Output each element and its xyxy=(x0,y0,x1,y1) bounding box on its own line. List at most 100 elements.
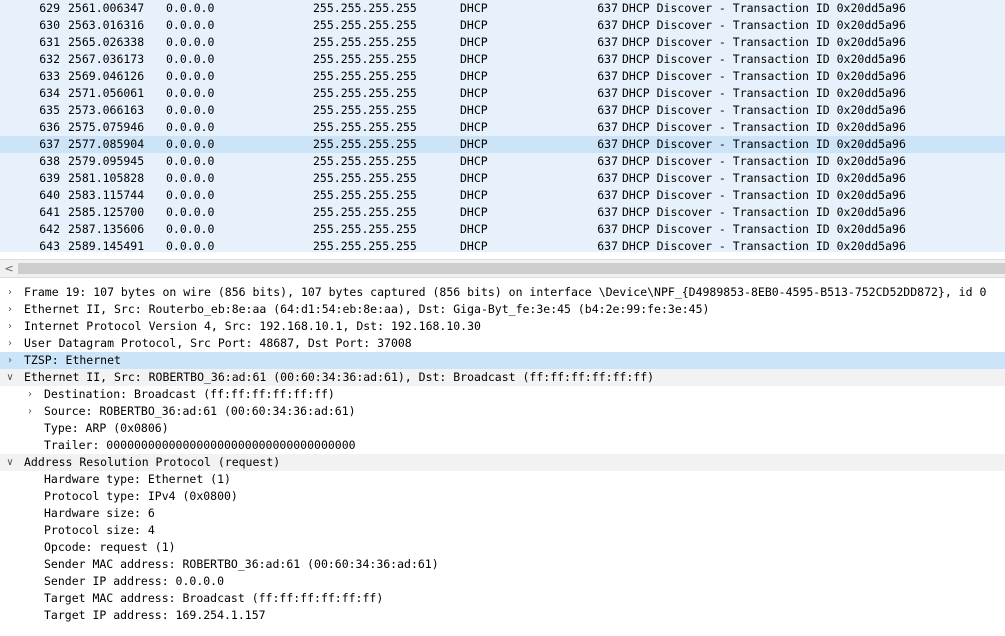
detail-tree-item[interactable]: Opcode: request (1) xyxy=(0,539,1005,556)
packet-number: 637 xyxy=(39,137,60,151)
packet-time: 2565.026338 xyxy=(68,35,145,49)
detail-tree-item-label: Source: ROBERTBO_36:ad:61 (00:60:34:36:a… xyxy=(44,404,356,418)
packet-row[interactable]: 635 2573.066163 0.0.0.0 255.255.255.255 DHCP… xyxy=(0,102,1005,119)
packet-row[interactable]: 638 2579.095945 0.0.0.0 255.255.255.255 DHCP… xyxy=(0,153,1005,170)
chevron-right-icon[interactable]: › xyxy=(4,318,16,335)
packet-row[interactable]: 643 2589.145491 0.0.0.0 255.255.255.255 DHCP… xyxy=(0,238,1005,252)
detail-tree-item-label: Ethernet II, Src: ROBERTBO_36:ad:61 (00:… xyxy=(24,370,655,384)
detail-tree-item[interactable]: › User Datagram Protocol, Src Port: 48687… xyxy=(0,335,1005,352)
detail-tree-item-label: Internet Protocol Version 4, Src: 192.16… xyxy=(24,319,481,333)
packet-destination: 255.255.255.255 xyxy=(313,171,417,185)
packet-info: DHCP Discover - Transaction ID 0x20dd5a9… xyxy=(622,137,906,151)
packet-protocol: DHCP xyxy=(460,1,488,15)
detail-tree-item[interactable]: Target MAC address: Broadcast (ff:ff:ff:… xyxy=(0,590,1005,607)
detail-tree-item[interactable]: Protocol type: IPv4 (0x0800) xyxy=(0,488,1005,505)
detail-tree-item[interactable]: Sender MAC address: ROBERTBO_36:ad:61 (0… xyxy=(0,556,1005,573)
chevron-down-icon[interactable]: ∨ xyxy=(4,369,16,386)
detail-tree-item[interactable]: Target IP address: 169.254.1.157 xyxy=(0,607,1005,624)
packet-row[interactable]: 629 2561.006347 0.0.0.0 255.255.255.255 DHCP… xyxy=(0,0,1005,17)
packet-list[interactable]: 629 2561.006347 0.0.0.0 255.255.255.255 DHCP… xyxy=(0,0,1005,252)
chevron-right-icon[interactable]: › xyxy=(4,335,16,352)
packet-row[interactable]: 639 2581.105828 0.0.0.0 255.255.255.255 DHCP… xyxy=(0,170,1005,187)
packet-row[interactable]: 642 2587.135606 0.0.0.0 255.255.255.255 DHCP… xyxy=(0,221,1005,238)
chevron-down-icon[interactable]: ∨ xyxy=(4,454,16,471)
packet-source: 0.0.0.0 xyxy=(166,239,215,252)
packet-source: 0.0.0.0 xyxy=(166,120,215,134)
detail-tree-item[interactable]: › Source: ROBERTBO_36:ad:61 (00:60:34:36:… xyxy=(0,403,1005,420)
packet-protocol: DHCP xyxy=(460,120,488,134)
packet-row[interactable]: 637 2577.085904 0.0.0.0 255.255.255.255 DHCP… xyxy=(0,136,1005,153)
packet-destination: 255.255.255.255 xyxy=(313,188,417,202)
scroll-track[interactable] xyxy=(18,263,1005,274)
packet-row[interactable]: 632 2567.036173 0.0.0.0 255.255.255.255 DHCP… xyxy=(0,51,1005,68)
detail-tree-item[interactable]: Trailer: 0000000000000000000000000000000… xyxy=(0,437,1005,454)
detail-tree-item-label: Hardware type: Ethernet (1) xyxy=(44,472,231,486)
packet-protocol: DHCP xyxy=(460,52,488,66)
packet-time: 2561.006347 xyxy=(68,1,145,15)
packet-details-tree[interactable]: › Frame 19: 107 bytes on wire (856 bits),… xyxy=(0,284,1005,636)
packet-protocol: DHCP xyxy=(460,205,488,219)
packet-length: 637 xyxy=(597,171,618,185)
detail-tree-item-label: Opcode: request (1) xyxy=(44,540,176,554)
packet-row[interactable]: 633 2569.046126 0.0.0.0 255.255.255.255 DHCP… xyxy=(0,68,1005,85)
chevron-right-icon[interactable]: › xyxy=(24,403,36,420)
packet-row[interactable]: 630 2563.016316 0.0.0.0 255.255.255.255 DHCP… xyxy=(0,17,1005,34)
detail-tree-item[interactable]: › Frame 19: 107 bytes on wire (856 bits),… xyxy=(0,284,1005,301)
packet-info: DHCP Discover - Transaction ID 0x20dd5a9… xyxy=(622,171,906,185)
packet-destination: 255.255.255.255 xyxy=(313,52,417,66)
packet-number: 635 xyxy=(39,103,60,117)
detail-tree-item[interactable]: Type: ARP (0x0806) xyxy=(0,420,1005,437)
detail-tree-item[interactable]: ∨ Address Resolution Protocol (request) xyxy=(0,454,1005,471)
packet-source: 0.0.0.0 xyxy=(166,103,215,117)
detail-tree-item[interactable]: › Ethernet II, Src: Routerbo_eb:8e:aa (64… xyxy=(0,301,1005,318)
chevron-left-icon[interactable]: < xyxy=(1,260,17,277)
detail-tree-item-label: Destination: Broadcast (ff:ff:ff:ff:ff:f… xyxy=(44,387,335,401)
packet-time: 2569.046126 xyxy=(68,69,145,83)
packet-time: 2575.075946 xyxy=(68,120,145,134)
packet-number: 641 xyxy=(39,205,60,219)
detail-tree-item[interactable]: › TZSP: Ethernet xyxy=(0,352,1005,369)
detail-tree-item-label: Frame 19: 107 bytes on wire (856 bits), … xyxy=(24,285,987,299)
detail-tree-item[interactable]: › Internet Protocol Version 4, Src: 192.1… xyxy=(0,318,1005,335)
packet-row[interactable]: 640 2583.115744 0.0.0.0 255.255.255.255 DHCP… xyxy=(0,187,1005,204)
detail-tree-item-label: Protocol size: 4 xyxy=(44,523,155,537)
packet-destination: 255.255.255.255 xyxy=(313,137,417,151)
detail-tree-item[interactable]: Hardware size: 6 xyxy=(0,505,1005,522)
chevron-right-icon[interactable]: › xyxy=(24,386,36,403)
chevron-right-icon[interactable]: › xyxy=(4,301,16,318)
packet-row[interactable]: 634 2571.056061 0.0.0.0 255.255.255.255 DHCP… xyxy=(0,85,1005,102)
chevron-right-icon[interactable]: › xyxy=(4,284,16,301)
detail-tree-item-label: Sender IP address: 0.0.0.0 xyxy=(44,574,225,588)
packet-source: 0.0.0.0 xyxy=(166,205,215,219)
scroll-thumb[interactable] xyxy=(18,263,1005,274)
packet-time: 2583.115744 xyxy=(68,188,145,202)
packet-row[interactable]: 641 2585.125700 0.0.0.0 255.255.255.255 DHCP… xyxy=(0,204,1005,221)
packet-destination: 255.255.255.255 xyxy=(313,1,417,15)
packet-time: 2579.095945 xyxy=(68,154,145,168)
packet-destination: 255.255.255.255 xyxy=(313,103,417,117)
packet-length: 637 xyxy=(597,222,618,236)
packet-source: 0.0.0.0 xyxy=(166,69,215,83)
packet-source: 0.0.0.0 xyxy=(166,137,215,151)
packet-number: 639 xyxy=(39,171,60,185)
detail-tree-item-label: Trailer: 0000000000000000000000000000000… xyxy=(44,438,356,452)
packet-row[interactable]: 636 2575.075946 0.0.0.0 255.255.255.255 DHCP… xyxy=(0,119,1005,136)
packet-number: 634 xyxy=(39,86,60,100)
horizontal-scrollbar[interactable]: < xyxy=(0,259,1005,278)
packet-info: DHCP Discover - Transaction ID 0x20dd5a9… xyxy=(622,86,906,100)
packet-source: 0.0.0.0 xyxy=(166,171,215,185)
packet-protocol: DHCP xyxy=(460,188,488,202)
detail-tree-item[interactable]: Sender IP address: 0.0.0.0 xyxy=(0,573,1005,590)
detail-tree-item[interactable]: Hardware type: Ethernet (1) xyxy=(0,471,1005,488)
detail-tree-item[interactable]: › Destination: Broadcast (ff:ff:ff:ff:ff:… xyxy=(0,386,1005,403)
packet-info: DHCP Discover - Transaction ID 0x20dd5a9… xyxy=(622,120,906,134)
detail-tree-item-label: Ethernet II, Src: Routerbo_eb:8e:aa (64:… xyxy=(24,302,710,316)
detail-tree-item-label: Protocol type: IPv4 (0x0800) xyxy=(44,489,238,503)
packet-time: 2577.085904 xyxy=(68,137,145,151)
packet-source: 0.0.0.0 xyxy=(166,1,215,15)
packet-length: 637 xyxy=(597,103,618,117)
detail-tree-item[interactable]: ∨ Ethernet II, Src: ROBERTBO_36:ad:61 (00… xyxy=(0,369,1005,386)
detail-tree-item[interactable]: Protocol size: 4 xyxy=(0,522,1005,539)
chevron-right-icon[interactable]: › xyxy=(4,352,16,369)
packet-row[interactable]: 631 2565.026338 0.0.0.0 255.255.255.255 DHCP… xyxy=(0,34,1005,51)
